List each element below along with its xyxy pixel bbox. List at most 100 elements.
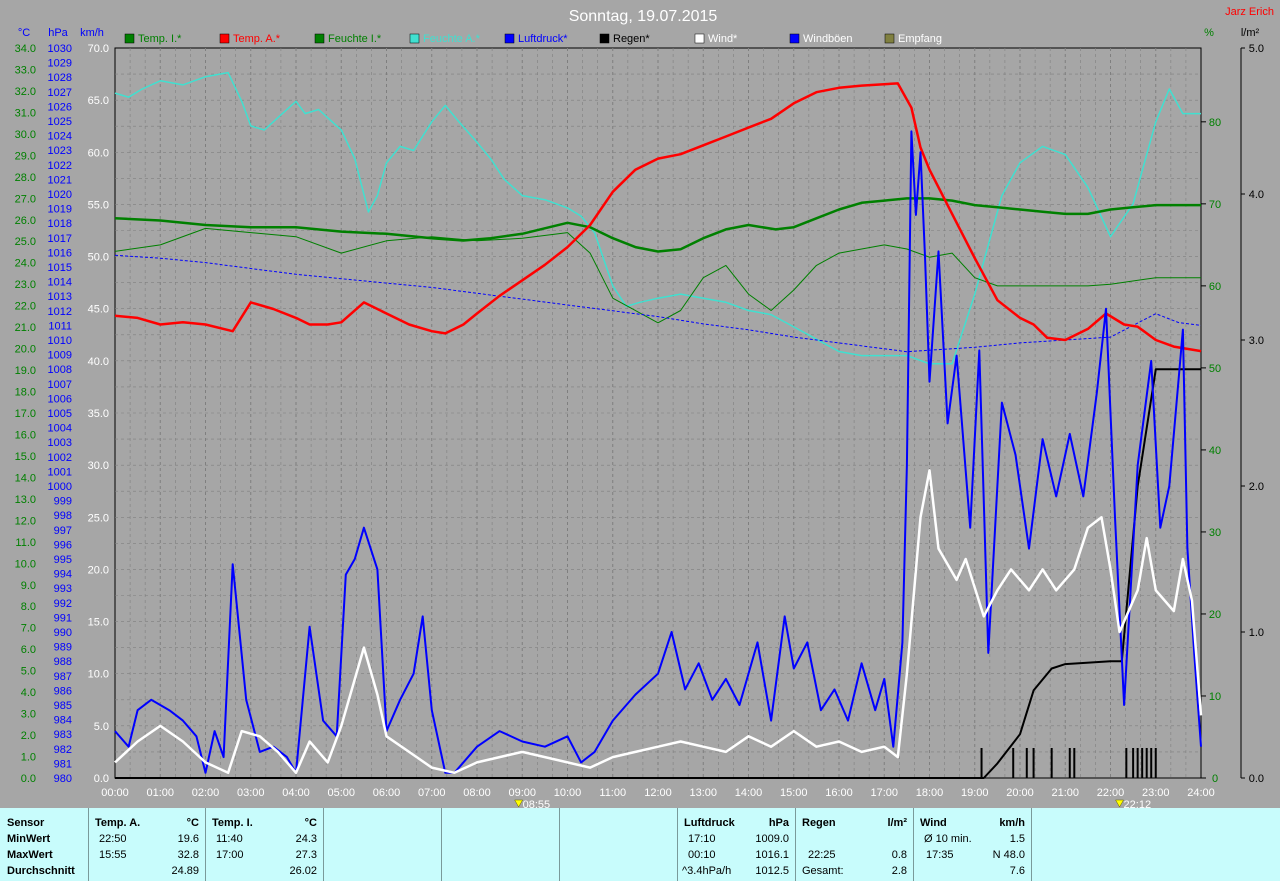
speed-tick-label: 10.0 <box>88 669 109 681</box>
speed-tick-label: 5.0 <box>94 721 109 733</box>
pressure-tick-label: 997 <box>54 525 72 537</box>
temp-tick-label: 17.0 <box>15 408 36 420</box>
stats-luftdruck-trend: ^3.4hPa/h <box>682 865 732 877</box>
humidity-tick-label: 70 <box>1209 199 1221 211</box>
pressure-tick-label: 981 <box>54 758 72 770</box>
stats-empty-column-1 <box>324 808 442 881</box>
legend-swatch <box>504 33 515 44</box>
stats-temp-a-max-value: 32.8 <box>177 849 199 861</box>
pressure-tick-label: 1018 <box>48 218 72 230</box>
temp-tick-label: 12.0 <box>15 515 36 527</box>
stats-temp-a-column: Temp. A. °C 22:50 19.6 15:55 32.8 24.89 <box>89 808 206 881</box>
temp-tick-label: 30.0 <box>15 129 36 141</box>
rain-tick-label: 4.0 <box>1249 189 1264 201</box>
stats-regen-header: Regen <box>802 817 836 829</box>
temp-tick-label: 18.0 <box>15 387 36 399</box>
stats-wind-max-time: 17:35 <box>926 849 954 861</box>
author-label: Jarz Erich <box>1225 6 1274 18</box>
rain-tick-label: 0.0 <box>1249 773 1264 785</box>
humidity-tick-label: 20 <box>1209 609 1221 621</box>
stats-regen-unit: l/m² <box>887 817 907 829</box>
pressure-tick-label: 996 <box>54 539 72 551</box>
legend-swatch <box>124 33 135 44</box>
x-tick-label: 03:00 <box>237 787 265 799</box>
legend-swatch <box>314 33 325 44</box>
humidity-tick-label: 30 <box>1209 527 1221 539</box>
temp-tick-label: 13.0 <box>15 494 36 506</box>
x-tick-label: 14:00 <box>735 787 763 799</box>
x-tick-label: 11:00 <box>599 787 626 799</box>
speed-tick-label: 60.0 <box>88 147 109 159</box>
legend-swatch <box>599 33 610 44</box>
x-tick-label: 01:00 <box>146 787 174 799</box>
pressure-tick-label: 1005 <box>48 408 72 420</box>
pressure-tick-label: 1001 <box>48 466 72 478</box>
rain-tick-label: 1.0 <box>1249 627 1264 639</box>
pressure-tick-label: 987 <box>54 671 72 683</box>
pressure-tick-label: 1029 <box>48 58 72 70</box>
temp-tick-label: 5.0 <box>21 666 36 678</box>
stats-temp-a-unit: °C <box>186 817 199 829</box>
pressure-tick-label: 998 <box>54 510 72 522</box>
pressure-tick-label: 1008 <box>48 364 72 376</box>
speed-tick-label: 65.0 <box>88 95 109 107</box>
x-tick-label: 07:00 <box>418 787 446 799</box>
pressure-tick-label: 1026 <box>48 101 72 113</box>
humidity-tick-label: 50 <box>1209 363 1221 375</box>
legend-label: Empfang <box>898 33 942 45</box>
statistics-panel: Sensor MinWert MaxWert Durchschnitt Temp… <box>0 808 1280 881</box>
legend-label: Wind* <box>708 33 738 45</box>
temp-tick-label: 24.0 <box>15 258 36 270</box>
stats-temp-i-max-time: 17:00 <box>216 849 244 861</box>
stats-regen-column: Regen l/m² 22:25 0.8 Gesamt: 2.8 <box>796 808 914 881</box>
stats-luftdruck-max-time: 00:10 <box>688 849 716 861</box>
stats-luftdruck-unit: hPa <box>768 817 789 829</box>
speed-tick-label: 30.0 <box>88 460 109 472</box>
stats-temp-a-max-time: 15:55 <box>99 849 127 861</box>
legend-swatch <box>694 33 705 44</box>
stats-max-label: MaxWert <box>7 849 53 861</box>
pressure-tick-label: 1000 <box>48 481 72 493</box>
x-tick-label: 17:00 <box>870 787 898 799</box>
pressure-tick-label: 986 <box>54 685 72 697</box>
speed-tick-label: 55.0 <box>88 199 109 211</box>
temp-tick-label: 25.0 <box>15 236 36 248</box>
x-tick-label: 06:00 <box>373 787 401 799</box>
stats-wind-unit: km/h <box>999 817 1025 829</box>
stats-temp-i-min-time: 11:40 <box>216 833 243 845</box>
temp-tick-label: 7.0 <box>21 623 36 635</box>
humidity-tick-label: 80 <box>1209 117 1221 129</box>
chart-background <box>0 0 1280 808</box>
temp-tick-label: 28.0 <box>15 172 36 184</box>
stats-temp-a-min-time: 22:50 <box>99 833 127 845</box>
legend-label: Windböen <box>803 33 853 45</box>
pressure-tick-label: 994 <box>54 569 72 581</box>
pressure-tick-label: 990 <box>54 627 72 639</box>
time-marker-label: 08:55 <box>523 799 551 808</box>
x-tick-label: 19:00 <box>961 787 989 799</box>
rain-tick-label: 5.0 <box>1249 43 1264 55</box>
pressure-tick-label: 1010 <box>48 335 72 347</box>
stats-empty-column-2 <box>442 808 560 881</box>
pressure-tick-label: 1015 <box>48 262 72 274</box>
pressure-tick-label: 1025 <box>48 116 72 128</box>
pressure-tick-label: 984 <box>54 715 72 727</box>
pressure-tick-label: 1003 <box>48 437 72 449</box>
x-tick-label: 18:00 <box>916 787 944 799</box>
pressure-unit-label: hPa <box>48 27 68 39</box>
stats-temp-a-avg-value: 24.89 <box>171 865 199 877</box>
stats-regen-max-time: 22:25 <box>808 849 836 861</box>
pressure-tick-label: 1021 <box>48 174 72 186</box>
speed-tick-label: 35.0 <box>88 408 109 420</box>
stats-sensor-column: Sensor MinWert MaxWert Durchschnitt <box>0 808 89 881</box>
time-marker-label: 22:12 <box>1124 799 1152 808</box>
stats-temp-i-avg-value: 26.02 <box>289 865 317 877</box>
temp-tick-label: 0.0 <box>21 773 36 785</box>
stats-regen-total-value: 2.8 <box>891 865 907 877</box>
legend-label: Feuchte I.* <box>328 33 382 45</box>
stats-wind-column: Wind km/h Ø 10 min. 1.5 17:35 N 48.0 7.6 <box>914 808 1032 881</box>
temp-tick-label: 31.0 <box>15 107 36 119</box>
temp-tick-label: 16.0 <box>15 429 36 441</box>
pressure-tick-label: 1022 <box>48 160 72 172</box>
x-tick-label: 05:00 <box>327 787 355 799</box>
